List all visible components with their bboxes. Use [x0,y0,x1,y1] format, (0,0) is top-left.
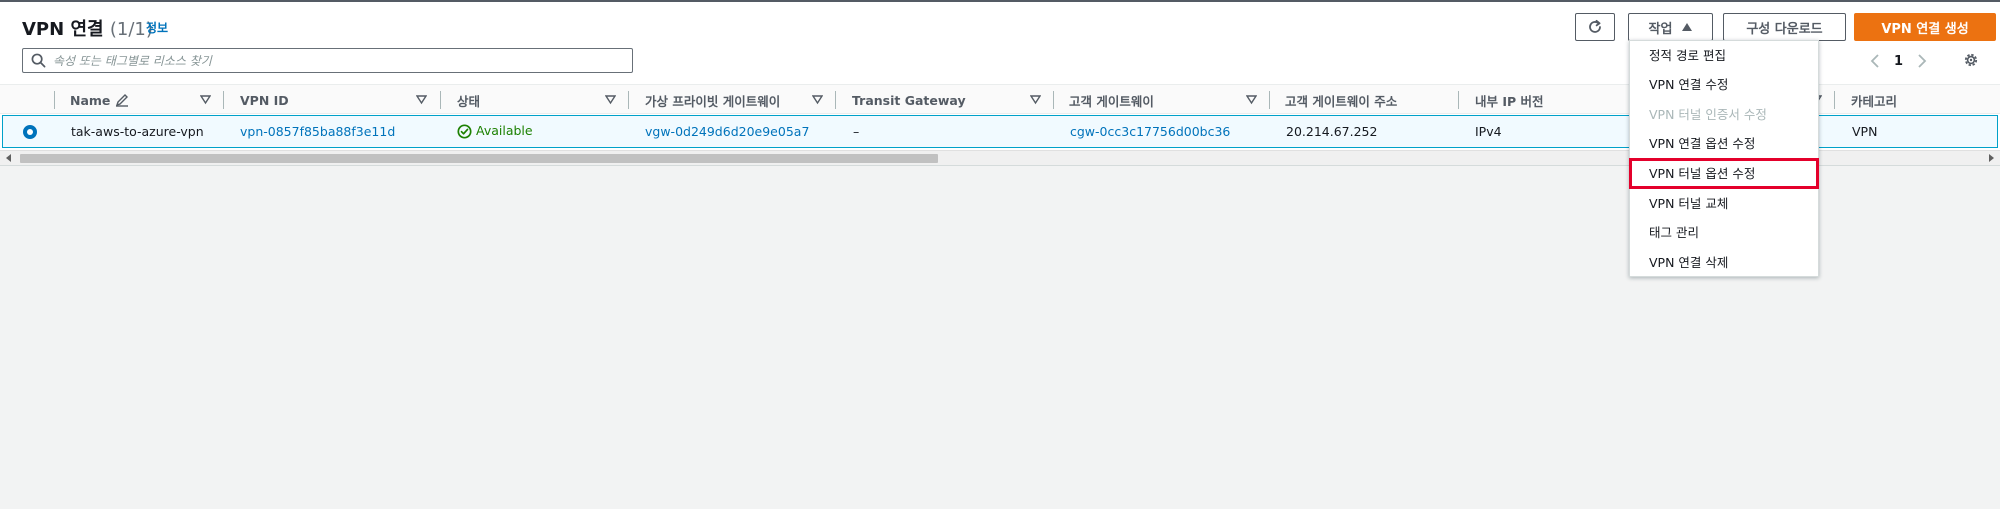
highlight-annotation-box [1629,158,1819,189]
sort-icon[interactable] [1246,94,1257,105]
column-separator [835,91,836,109]
gear-icon[interactable] [1962,51,1980,69]
column-header-category[interactable]: 카테고리 [1851,85,1897,115]
column-separator [1053,91,1054,109]
cell-status: Available [457,116,533,147]
cell-transit-gateway: – [853,124,860,139]
cell-cgw-address: 20.214.67.252 [1286,124,1378,139]
check-circle-icon [457,124,472,139]
column-separator [628,91,629,109]
menu-item-delete-vpn-connection[interactable]: VPN 연결 삭제 [1630,248,1818,274]
search-icon [31,53,46,68]
column-separator [1458,91,1459,109]
caret-up-icon [1682,23,1693,31]
actions-button[interactable]: 작업 [1628,13,1713,41]
column-header-vpn-id[interactable]: VPN ID [240,85,289,115]
search-input[interactable] [53,51,623,70]
sort-icon[interactable] [1030,94,1041,105]
info-link[interactable]: 정보 [146,19,168,36]
actions-button-label: 작업 [1648,21,1673,37]
column-header-name[interactable]: Name [70,85,129,115]
scrollbar-thumb[interactable] [20,154,938,163]
download-config-button[interactable]: 구성 다운로드 [1723,13,1846,41]
row-select-radio[interactable] [23,125,37,139]
sort-icon[interactable] [416,94,427,105]
menu-item-modify-vpn-connection[interactable]: VPN 연결 수정 [1630,70,1818,96]
menu-item-edit-static-routes[interactable]: 정적 경로 편집 [1630,41,1818,67]
sort-icon[interactable] [812,94,823,105]
cell-name: tak-aws-to-azure-vpn [71,124,204,139]
column-header-transit-gateway[interactable]: Transit Gateway [852,85,966,115]
column-header-customer-gateway-address[interactable]: 고객 게이트웨이 주소 [1285,85,1397,115]
scroll-left-arrow[interactable] [6,154,11,162]
cell-ip-version: IPv4 [1475,124,1502,139]
current-page[interactable]: 1 [1894,54,1903,69]
column-separator [54,91,55,109]
edit-icon [116,94,129,107]
search-box[interactable] [22,48,633,73]
chevron-left-icon[interactable] [1870,54,1880,68]
cell-category: VPN [1852,124,1878,139]
pagination: 1 [1870,51,1927,71]
refresh-button[interactable] [1575,13,1615,41]
column-separator [1834,91,1835,109]
column-separator [1269,91,1270,109]
refresh-icon [1589,19,1601,33]
scroll-right-arrow[interactable] [1989,154,1994,162]
status-text: Available [476,123,533,138]
column-separator [223,91,224,109]
column-header-customer-gateway[interactable]: 고객 게이트웨이 [1069,85,1154,115]
sort-icon[interactable] [200,94,211,105]
column-header-inner-ip-version[interactable]: 내부 IP 버전 [1475,85,1544,115]
sort-icon[interactable] [605,94,616,105]
column-header-name-label: Name [70,92,111,108]
column-header-virtual-private-gateway[interactable]: 가상 프라이빗 게이트웨이 [645,85,780,115]
page-title-text: VPN 연결 [22,19,104,40]
menu-item-manage-tags[interactable]: 태그 관리 [1630,218,1818,244]
menu-item-modify-vpn-connection-options[interactable]: VPN 연결 옵션 수정 [1630,129,1818,155]
menu-item-replace-vpn-tunnel[interactable]: VPN 터널 교체 [1630,189,1818,215]
column-header-status[interactable]: 상태 [457,85,480,115]
cell-vpn-id-link[interactable]: vpn-0857f85ba88f3e11d [240,116,395,147]
create-vpn-connection-button[interactable]: VPN 연결 생성 [1854,13,1996,41]
column-separator [440,91,441,109]
cell-vgw-link[interactable]: vgw-0d249d6d20e9e05a7 [645,116,809,147]
cell-cgw-link[interactable]: cgw-0cc3c17756d00bc36 [1070,116,1230,147]
page-title: VPN 연결 (1/1) [22,15,153,41]
menu-item-modify-tunnel-certificate: VPN 터널 인증서 수정 [1649,106,1767,122]
chevron-right-icon[interactable] [1917,54,1927,68]
